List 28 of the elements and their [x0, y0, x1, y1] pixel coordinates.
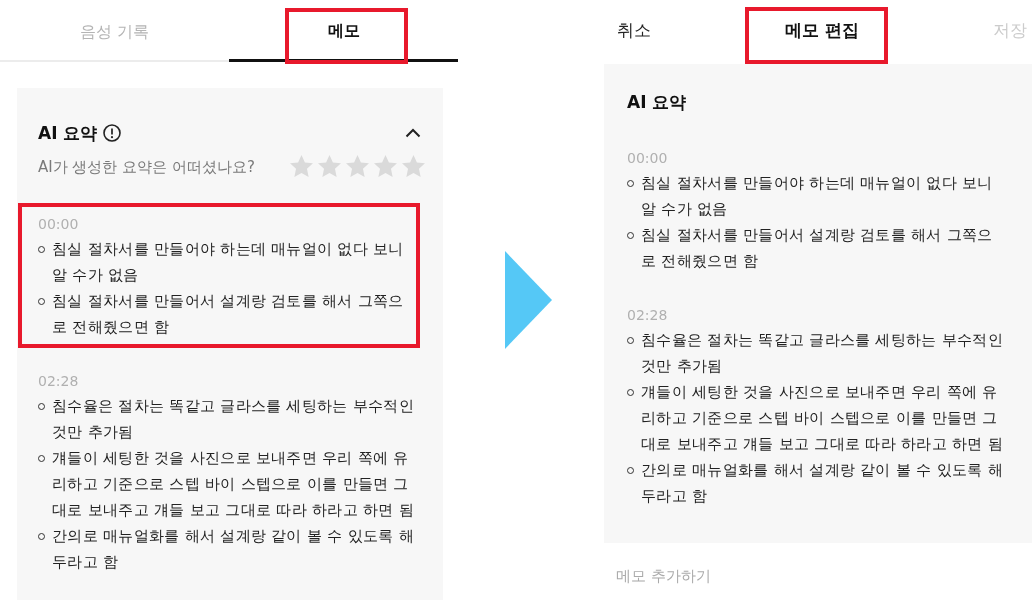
summary-bullet: 침실 절차서를 만들어서 설계랑 검토를 해서 그쪽으로 전해줬으면 함	[641, 225, 994, 272]
star-icon[interactable]	[318, 154, 341, 177]
summary-bullet: 걔들이 세팅한 것을 사진으로 보내주면 우리 쪽에 유리하고 기준으로 스텝 바이 스텝으로 이를 만들면 그대로 보내주고 걔들 보고 그대로 따라 하라고 하면 됨	[52, 448, 415, 521]
star-icon[interactable]	[374, 154, 397, 177]
screen-title: 메모 편집	[785, 18, 859, 42]
summary-bullet: 침실 절차서를 만들어야 하는데 매뉴얼이 없다 보니 알 수가 없음	[52, 239, 405, 286]
chevron-up-icon[interactable]	[405, 128, 421, 138]
summary-bullet: 침실 절차서를 만들어서 설계랑 검토를 해서 그쪽으로 전해줬으면 함	[52, 291, 405, 338]
summary-bullet: 간의로 매뉴얼화를 해서 설계랑 같이 볼 수 있도록 해두라고 함	[52, 526, 415, 573]
info-icon[interactable]	[103, 124, 122, 142]
summary-bullet: 간의로 매뉴얼화를 해서 설계랑 같이 볼 수 있도록 해두라고 함	[641, 460, 1004, 507]
summary-title: AI 요약	[627, 91, 687, 113]
rating-prompt: AI가 생성한 요약은 어떠셨나요?	[38, 157, 255, 177]
cancel-button[interactable]: 취소	[617, 14, 651, 46]
star-icon[interactable]	[402, 154, 425, 177]
summary-bullet: 침실 절차서를 만들어야 하는데 매뉴얼이 없다 보니 알 수가 없음	[641, 173, 994, 220]
timestamp: 00:00	[38, 215, 79, 233]
summary-bullet: 침수율은 절차는 똑같고 글라스를 세팅하는 부수적인 것만 추가됨	[52, 396, 415, 443]
star-icon[interactable]	[346, 154, 369, 177]
summary-bullet: 걔들이 세팅한 것을 사진으로 보내주면 우리 쪽에 유리하고 기준으로 스텝 바이 스텝으로 이를 만들면 그대로 보내주고 걔들 보고 그대로 따라 하라고 하면 됨	[641, 382, 1004, 455]
star-icon[interactable]	[290, 154, 313, 177]
summary-bullet: 침수율은 절차는 똑같고 글라스를 세팅하는 부수적인 것만 추가됨	[641, 330, 1004, 377]
summary-title: AI 요약	[38, 122, 98, 144]
star-rating[interactable]	[290, 154, 425, 177]
right-arrow-icon	[504, 251, 552, 349]
timestamp: 02:28	[38, 372, 79, 390]
timestamp: 00:00	[627, 149, 668, 167]
timestamp: 02:28	[627, 306, 668, 324]
